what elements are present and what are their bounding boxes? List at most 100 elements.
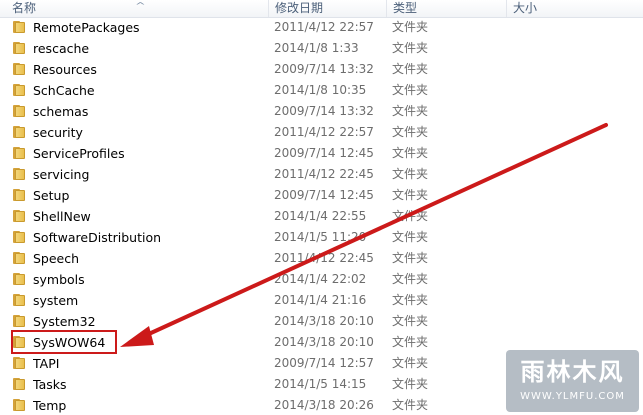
item-type: 文件夹 [392, 83, 429, 97]
item-modified-date: 2009/7/14 12:45 [274, 146, 374, 160]
folder-icon [13, 84, 26, 96]
item-modified-date: 2009/7/14 13:32 [274, 62, 374, 76]
item-type: 文件夹 [392, 377, 429, 391]
item-name: Temp [33, 398, 67, 413]
item-modified-date: 2011/4/12 22:57 [274, 125, 374, 139]
item-type: 文件夹 [392, 230, 429, 244]
item-type: 文件夹 [392, 272, 429, 286]
item-name: Speech [33, 251, 80, 266]
folder-icon [13, 126, 26, 138]
folder-icon [13, 168, 26, 180]
item-modified-date: 2014/1/8 1:33 [274, 41, 359, 55]
folder-icon [13, 147, 26, 159]
item-name: System32 [33, 314, 96, 329]
folder-icon [13, 315, 26, 327]
item-type: 文件夹 [392, 167, 429, 181]
item-name: Resources [33, 62, 97, 77]
column-header-bar: 名称 ^ 修改日期 类型 大小 [0, 0, 643, 18]
item-type: 文件夹 [392, 104, 429, 118]
watermark-url: WWW.YLMFU.COM [520, 391, 625, 402]
item-type: 文件夹 [392, 314, 429, 328]
item-name: schemas [33, 104, 89, 119]
folder-icon [13, 42, 26, 54]
item-name: ServiceProfiles [33, 146, 125, 161]
list-item[interactable]: ServiceProfiles 2009/7/14 12:45 文件夹 [0, 143, 643, 164]
column-header-date-label: 修改日期 [275, 1, 324, 15]
item-modified-date: 2014/1/5 11:20 [274, 230, 367, 244]
item-type: 文件夹 [392, 188, 429, 202]
list-item[interactable]: rescache 2014/1/8 1:33 文件夹 [0, 38, 643, 59]
list-item[interactable]: servicing 2011/4/12 22:45 文件夹 [0, 164, 643, 185]
item-name: SchCache [33, 83, 95, 98]
item-modified-date: 2014/1/4 21:16 [274, 293, 367, 307]
list-item[interactable]: system 2014/1/4 21:16 文件夹 [0, 290, 643, 311]
item-name: rescache [33, 41, 90, 56]
item-modified-date: 2014/1/5 14:15 [274, 377, 367, 391]
item-name: SysWOW64 [33, 335, 106, 350]
list-item[interactable]: System32 2014/3/18 20:10 文件夹 [0, 311, 643, 332]
item-type: 文件夹 [392, 41, 429, 55]
list-item[interactable]: Setup 2009/7/14 12:45 文件夹 [0, 185, 643, 206]
item-type: 文件夹 [392, 251, 429, 265]
item-modified-date: 2014/1/8 10:35 [274, 83, 367, 97]
list-item[interactable]: SchCache 2014/1/8 10:35 文件夹 [0, 80, 643, 101]
item-type: 文件夹 [392, 146, 429, 160]
item-modified-date: 2009/7/14 12:57 [274, 356, 374, 370]
item-type: 文件夹 [392, 356, 429, 370]
item-modified-date: 2014/1/4 22:02 [274, 272, 367, 286]
item-type: 文件夹 [392, 293, 429, 307]
item-name: ShellNew [33, 209, 91, 224]
item-name: security [33, 125, 83, 140]
list-item[interactable]: schemas 2009/7/14 13:32 文件夹 [0, 101, 643, 122]
column-header-type[interactable]: 类型 [386, 0, 506, 17]
folder-icon [13, 294, 26, 306]
folder-icon [13, 378, 26, 390]
sort-ascending-arrow-icon: ^ [134, 1, 146, 10]
column-header-type-label: 类型 [393, 1, 418, 15]
item-modified-date: 2014/3/18 20:10 [274, 314, 374, 328]
item-modified-date: 2009/7/14 12:45 [274, 188, 374, 202]
file-explorer-list-view: 名称 ^ 修改日期 类型 大小 RemotePackages 2011/4/12 … [0, 0, 643, 415]
folder-icon [13, 189, 26, 201]
list-item[interactable]: ShellNew 2014/1/4 22:55 文件夹 [0, 206, 643, 227]
folder-icon [13, 357, 26, 369]
column-header-date[interactable]: 修改日期 [268, 0, 386, 17]
item-modified-date: 2014/1/4 22:55 [274, 209, 367, 223]
item-modified-date: 2014/3/18 20:10 [274, 335, 374, 349]
item-type: 文件夹 [392, 335, 429, 349]
item-modified-date: 2009/7/14 13:32 [274, 104, 374, 118]
list-item[interactable]: SoftwareDistribution 2014/1/5 11:20 文件夹 [0, 227, 643, 248]
item-type: 文件夹 [392, 62, 429, 76]
item-modified-date: 2011/4/12 22:45 [274, 167, 374, 181]
item-type: 文件夹 [392, 125, 429, 139]
watermark: 雨林木风 WWW.YLMFU.COM [506, 350, 639, 412]
list-item[interactable]: Speech 2011/4/12 22:45 文件夹 [0, 248, 643, 269]
item-type: 文件夹 [392, 398, 429, 412]
list-item[interactable]: symbols 2014/1/4 22:02 文件夹 [0, 269, 643, 290]
column-header-name-label: 名称 [12, 1, 37, 15]
item-type: 文件夹 [392, 209, 429, 223]
folder-icon [13, 336, 26, 348]
column-header-size-label: 大小 [513, 1, 538, 15]
item-modified-date: 2011/4/12 22:57 [274, 20, 374, 34]
folder-icon [13, 399, 26, 411]
item-type: 文件夹 [392, 20, 429, 34]
item-name: RemotePackages [33, 20, 140, 35]
folder-icon [13, 210, 26, 222]
list-item[interactable]: RemotePackages 2011/4/12 22:57 文件夹 [0, 17, 643, 38]
item-name: Tasks [33, 377, 67, 392]
item-name: system [33, 293, 79, 308]
folder-icon [13, 63, 26, 75]
folder-icon [13, 252, 26, 264]
item-name: servicing [33, 167, 90, 182]
folder-icon [13, 105, 26, 117]
item-modified-date: 2014/3/18 20:26 [274, 398, 374, 412]
item-modified-date: 2011/4/12 22:45 [274, 251, 374, 265]
item-name: Setup [33, 188, 70, 203]
column-header-size[interactable]: 大小 [506, 0, 643, 17]
list-item[interactable]: Resources 2009/7/14 13:32 文件夹 [0, 59, 643, 80]
folder-icon [13, 21, 26, 33]
folder-icon [13, 231, 26, 243]
item-name: SoftwareDistribution [33, 230, 162, 245]
list-item[interactable]: security 2011/4/12 22:57 文件夹 [0, 122, 643, 143]
